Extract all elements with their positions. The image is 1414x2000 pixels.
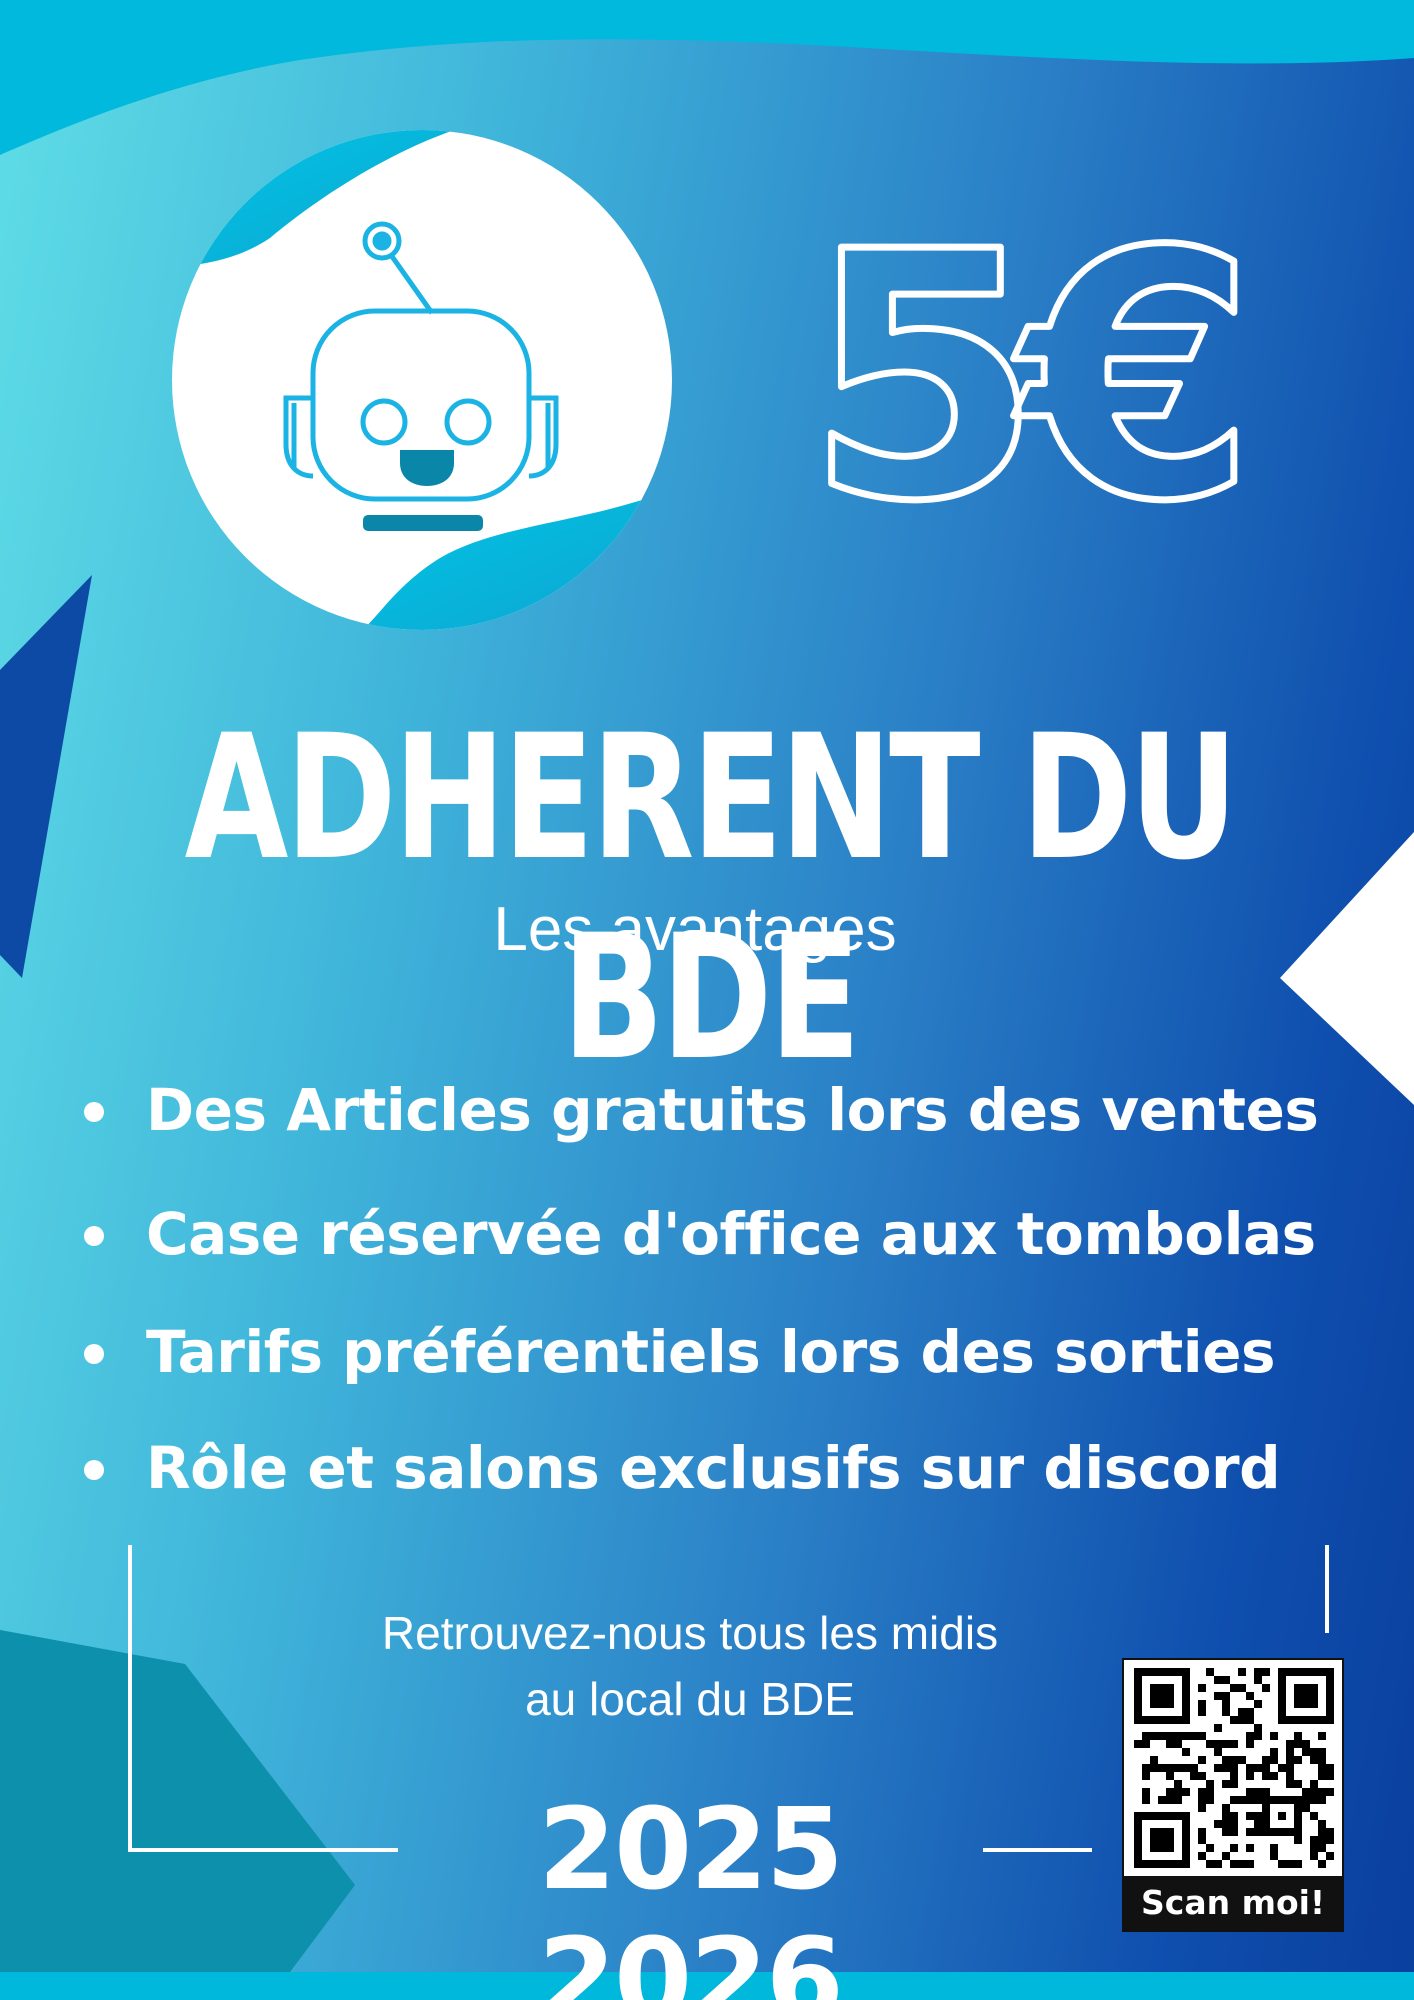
list-item: Rôle et salons exclusifs sur discord [80,1428,1380,1508]
bullet-icon [84,1226,104,1246]
price-text: 5€ [805,205,1237,535]
bullet-icon [84,1344,104,1364]
bullet-icon [84,1102,104,1122]
info-line: Retrouvez-nous tous les midis [381,1607,999,1659]
list-item: Case réservée d'office aux tombolas [80,1194,1380,1274]
benefit-text: Rôle et salons exclusifs sur discord [146,1434,1281,1502]
list-item: Des Articles gratuits lors des ventes [80,1070,1380,1150]
benefit-text: Des Articles gratuits lors des ventes [146,1076,1319,1144]
benefit-text: Case réservée d'office aux tombolas [146,1200,1316,1268]
qr-label: Scan moi! [1124,1876,1342,1930]
poster: 5€ ADHERENT DU BDE Les avantages Des Art… [0,0,1414,2000]
price-tag: 5€ [802,205,1250,535]
info-text: Retrouvez-nous tous les midis au local d… [300,1600,1080,1732]
list-item: Tarifs préférentiels lors des sorties [80,1312,1380,1392]
qr-code-card[interactable]: Scan moi! [1122,1658,1344,1932]
benefits-list: Des Articles gratuits lors des ventes Ca… [80,1070,1380,1508]
subtitle: Les avantages [493,895,897,964]
benefit-text: Tarifs préférentiels lors des sorties [146,1318,1276,1386]
bullet-icon [84,1460,104,1480]
robot-badge [172,130,672,630]
qr-code-icon[interactable] [1134,1668,1334,1868]
info-line: au local du BDE [525,1673,855,1725]
year-label: 2025 2026 [538,1785,844,2000]
